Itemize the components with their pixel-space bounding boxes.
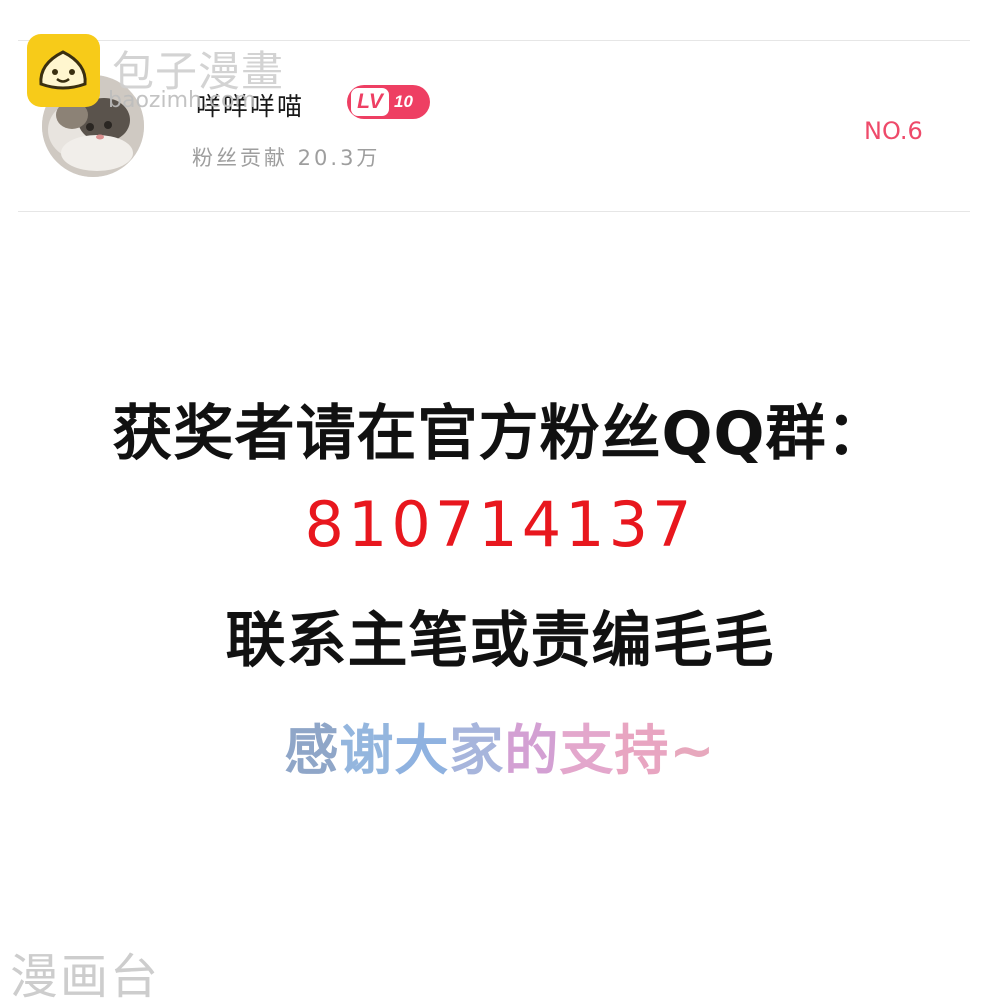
qq-group-number: 810714137 [304,488,696,561]
contact-instruction: 联系主笔或责编毛毛 [225,606,775,676]
baozi-logo-icon [27,34,100,107]
thanks-char: 感 [284,719,340,782]
thanks-char: 的 [504,719,560,782]
thanks-char: ~ [669,719,716,782]
level-prefix: LV [351,88,389,116]
bottom-divider [18,211,970,212]
thanks-char: 大 [394,719,450,782]
fan-contribution: 粉丝贡献 20.3万 [192,146,381,170]
thanks-char: 持 [614,719,670,782]
thanks-char: 支 [559,719,615,782]
winner-instruction: 获奖者请在官方粉丝QQ群： [112,399,888,469]
thanks-message: 感谢大家的支持~ [0,706,1000,785]
thanks-char: 家 [449,719,505,782]
rank-label: NO.6 [864,117,923,145]
thanks-char: 谢 [339,719,395,782]
watermark-url: baozimh.com [108,88,256,113]
level-value: 10 [394,92,413,111]
level-badge: LV 10 [347,85,430,119]
watermark-bottom: 漫画台 [10,949,161,1005]
